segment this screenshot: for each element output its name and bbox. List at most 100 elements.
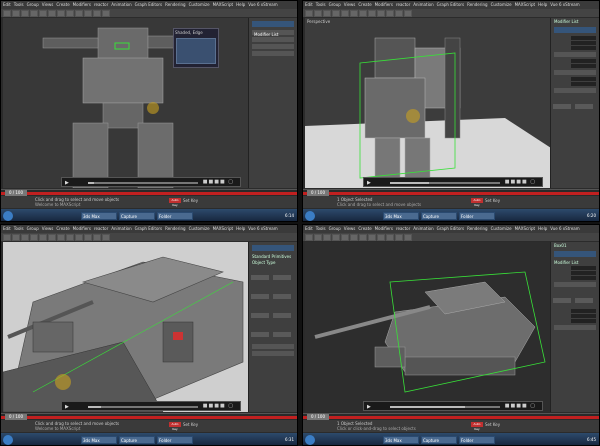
menu-item[interactable]: Modifiers [73, 225, 91, 233]
cmd-button[interactable] [273, 294, 291, 299]
menu-item[interactable]: Animation [413, 1, 433, 9]
menu-item[interactable]: MAXScript [213, 1, 234, 9]
tool-icon[interactable] [21, 233, 29, 241]
viewport[interactable] [305, 242, 551, 412]
play-icon[interactable]: ▶ [367, 180, 371, 186]
menu-item[interactable]: MAXScript [213, 225, 234, 233]
timeline[interactable]: 0 / 100 [1, 189, 297, 196]
menu-item[interactable]: Views [344, 225, 356, 233]
autokey-button[interactable]: Auto Key [169, 422, 181, 431]
cmd-button[interactable] [575, 298, 593, 303]
menu-item[interactable]: Group [27, 225, 39, 233]
volume-icon[interactable]: ■■■■ ▢ [203, 179, 234, 185]
taskbar-item[interactable]: Capture [421, 212, 457, 220]
play-icon[interactable]: ▶ [65, 180, 69, 186]
tool-icon[interactable] [84, 9, 92, 17]
cmd-button[interactable] [251, 332, 269, 337]
tool-icon[interactable] [404, 9, 412, 17]
start-button[interactable] [3, 435, 13, 445]
taskbar-item[interactable]: Folder [157, 212, 193, 220]
taskbar-item[interactable]: Folder [157, 436, 193, 444]
param-field[interactable] [571, 314, 596, 318]
volume-icon[interactable]: ■■■■ ▢ [505, 179, 536, 185]
cmd-row[interactable] [252, 51, 294, 56]
tool-icon[interactable] [359, 9, 367, 17]
tool-icon[interactable] [102, 233, 110, 241]
tool-icon[interactable] [93, 233, 101, 241]
cmd-button[interactable] [575, 104, 593, 109]
tool-icon[interactable] [75, 233, 83, 241]
menu-item[interactable]: Views [42, 225, 54, 233]
cmd-row[interactable] [252, 344, 294, 349]
volume-icon[interactable]: ■■■■ ▢ [505, 403, 536, 409]
menu-item[interactable]: Animation [111, 1, 131, 9]
video-progress-bar[interactable] [88, 182, 198, 184]
play-icon[interactable]: ▶ [65, 404, 69, 410]
menu-item[interactable]: Group [329, 225, 341, 233]
cmd-tab[interactable] [252, 245, 294, 251]
menu-item[interactable]: Graph Editors [437, 225, 464, 233]
menu-item[interactable]: MAXScript [515, 225, 536, 233]
param-field[interactable] [571, 64, 596, 68]
cmd-row[interactable] [252, 351, 294, 356]
setkey-button[interactable]: Set Key [485, 422, 500, 427]
cmd-button[interactable] [553, 298, 571, 303]
tool-icon[interactable] [368, 9, 376, 17]
tool-icon[interactable] [350, 233, 358, 241]
menu-item[interactable]: Customize [189, 225, 210, 233]
name-box-panel[interactable]: Shaded, Edge [173, 28, 219, 68]
tool-icon[interactable] [368, 233, 376, 241]
tool-icon[interactable] [314, 233, 322, 241]
menu-item[interactable]: Help [236, 1, 245, 9]
menu-item[interactable]: Create [358, 1, 371, 9]
menu-item[interactable]: Graph Editors [135, 225, 162, 233]
setkey-button[interactable]: Set Key [485, 198, 500, 203]
tool-icon[interactable] [21, 9, 29, 17]
menu-item[interactable]: Tools [14, 225, 24, 233]
cmd-button[interactable] [273, 332, 291, 337]
play-icon[interactable]: ▶ [367, 404, 371, 410]
tool-icon[interactable] [341, 233, 349, 241]
tool-icon[interactable] [404, 233, 412, 241]
tool-icon[interactable] [314, 9, 322, 17]
menu-item[interactable]: Group [27, 1, 39, 9]
timeline[interactable]: 0 / 100 [1, 413, 297, 420]
volume-icon[interactable]: ■■■■ ▢ [203, 403, 234, 409]
menu-item[interactable]: Views [42, 1, 54, 9]
menu-item[interactable]: reactor [396, 225, 410, 233]
autokey-button[interactable]: Auto Key [471, 198, 483, 207]
menu-item[interactable]: Vue 6 xStream [248, 225, 277, 233]
tool-icon[interactable] [48, 233, 56, 241]
param-field[interactable] [571, 77, 596, 81]
menu-item[interactable]: Vue 6 xStream [550, 1, 579, 9]
tool-icon[interactable] [84, 233, 92, 241]
taskbar-item[interactable]: Capture [421, 436, 457, 444]
autokey-button[interactable]: Auto Key [471, 422, 483, 431]
video-progress-bar[interactable] [88, 406, 198, 408]
menu-item[interactable]: Customize [491, 1, 512, 9]
cmd-row[interactable] [554, 70, 596, 75]
cmd-tab[interactable] [554, 251, 596, 257]
taskbar-item[interactable]: Capture [119, 212, 155, 220]
menu-item[interactable]: reactor [94, 1, 108, 9]
cmd-row[interactable] [554, 88, 596, 93]
menu-item[interactable]: Graph Editors [135, 1, 162, 9]
tool-icon[interactable] [332, 233, 340, 241]
cmd-button[interactable] [251, 313, 269, 318]
menu-item[interactable]: Edit [305, 225, 313, 233]
cmd-button[interactable] [553, 104, 571, 109]
menu-item[interactable]: Help [538, 225, 547, 233]
cmd-row[interactable] [554, 282, 596, 287]
menu-item[interactable]: Vue 6 xStream [550, 225, 579, 233]
timeline[interactable]: 0 / 100 [303, 189, 599, 196]
menu-item[interactable]: Vue 6 xStream [248, 1, 277, 9]
cmd-button[interactable] [251, 275, 269, 280]
menu-item[interactable]: Help [236, 225, 245, 233]
tool-icon[interactable] [57, 9, 65, 17]
menu-item[interactable]: MAXScript [515, 1, 536, 9]
tool-icon[interactable] [359, 233, 367, 241]
param-field[interactable] [571, 46, 596, 50]
tool-icon[interactable] [12, 9, 20, 17]
autokey-button[interactable]: Auto Key [169, 198, 181, 207]
menu-item[interactable]: Help [538, 1, 547, 9]
